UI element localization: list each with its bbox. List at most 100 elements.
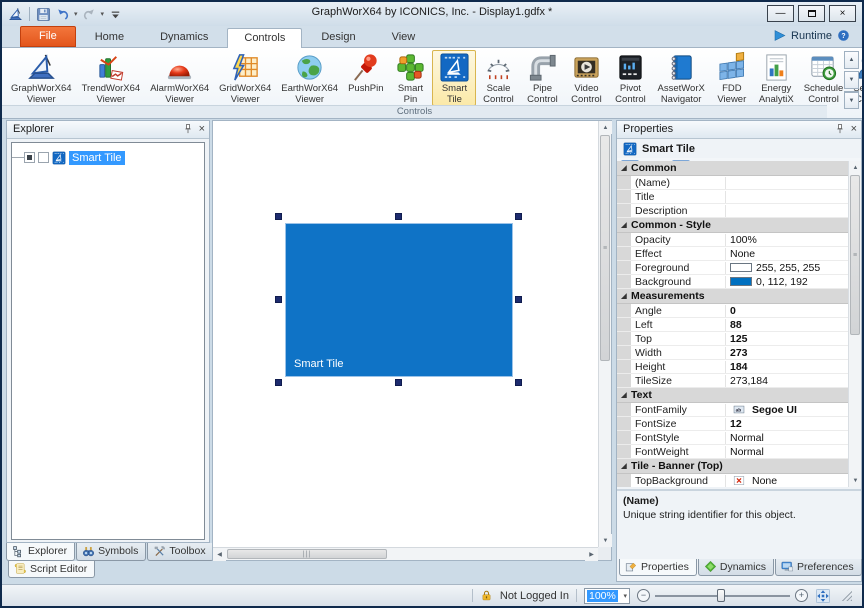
close-panel-icon[interactable]: × <box>851 123 857 135</box>
property-value[interactable]: 255, 255, 255 <box>726 262 848 274</box>
save-button[interactable] <box>36 7 51 22</box>
ribbon-button-schedule-control[interactable]: ScheduleControl <box>799 50 849 106</box>
property-value[interactable]: 184 <box>726 361 848 373</box>
customize-qat-icon[interactable] <box>108 7 123 22</box>
minimize-button[interactable]: — <box>767 5 794 22</box>
ribbon-button-pushpin[interactable]: PushPin <box>343 50 388 106</box>
property-category-measurements[interactable]: ◢Measurements <box>617 289 848 304</box>
zoom-slider-track[interactable] <box>655 589 790 602</box>
selection-handle-ne[interactable] <box>515 213 522 220</box>
tab-preferences[interactable]: Preferences <box>775 559 862 576</box>
selection-handle-s[interactable] <box>395 379 402 386</box>
vertical-scroll-thumb[interactable]: ≡ <box>850 175 860 335</box>
property-value[interactable]: None <box>726 475 848 487</box>
scroll-left-icon[interactable]: ◀ <box>213 548 226 561</box>
ribbon-button-energy-analytix[interactable]: EnergyAnalytiX <box>754 50 799 106</box>
property-value[interactable]: 0 <box>726 305 848 317</box>
explorer-tree[interactable]: Smart Tile <box>11 142 205 540</box>
property-grid-scrollbar[interactable]: ▲ ≡ ▼ <box>848 161 861 487</box>
tab-home[interactable]: Home <box>78 27 141 47</box>
selection-handle-se[interactable] <box>515 379 522 386</box>
maximize-button[interactable] <box>798 5 825 22</box>
redo-button[interactable] <box>82 7 97 22</box>
app-logo-icon[interactable] <box>8 7 23 22</box>
property-value[interactable]: abSegoe UI <box>726 404 848 416</box>
ribbon-button-scale-control[interactable]: ScaleControl <box>476 50 520 106</box>
tab-explorer[interactable]: Explorer <box>6 543 75 561</box>
selection-handle-sw[interactable] <box>275 379 282 386</box>
close-panel-icon[interactable]: × <box>199 123 205 135</box>
property-value[interactable]: 273,184 <box>726 375 848 387</box>
redo-dropdown-icon[interactable]: ▾ <box>101 10 105 18</box>
canvas-horizontal-scrollbar[interactable]: ◀ ||| ▶ <box>213 547 598 560</box>
scroll-up-icon[interactable]: ▲ <box>849 161 861 174</box>
ribbon-button-smart-pin[interactable]: SmartPin <box>388 50 432 106</box>
property-value[interactable]: 100% <box>726 234 848 246</box>
tab-script-editor[interactable]: Script Editor <box>8 561 95 578</box>
canvas-vertical-scrollbar[interactable]: ▲ ≡ ▼ <box>598 121 611 547</box>
ribbon-button-earthworx64-viewer[interactable]: EarthWorX64Viewer <box>276 50 343 106</box>
zoom-dropdown-icon[interactable]: ▾ <box>623 592 627 600</box>
ribbon-expand-icon[interactable]: ▼ <box>844 91 859 109</box>
scroll-up-icon[interactable]: ▲ <box>599 121 612 134</box>
horizontal-scroll-thumb[interactable]: ||| <box>227 549 387 559</box>
ribbon-button-smart-tile[interactable]: SmartTile <box>432 50 476 106</box>
tab-controls[interactable]: Controls <box>227 28 302 48</box>
tab-design[interactable]: Design <box>304 27 372 47</box>
vertical-scroll-thumb[interactable]: ≡ <box>600 135 610 361</box>
property-category-tile-banner-top-[interactable]: ◢Tile - Banner (Top) <box>617 459 848 474</box>
ribbon-button-fdd-viewer[interactable]: FDDViewer <box>710 50 754 106</box>
zoom-slider-thumb[interactable] <box>717 589 725 602</box>
ribbon-button-gridworx64-viewer[interactable]: GridWorX64Viewer <box>214 50 276 106</box>
tab-symbols[interactable]: Symbols <box>76 543 146 561</box>
zoom-out-icon[interactable]: − <box>637 589 650 602</box>
selection-handle-n[interactable] <box>395 213 402 220</box>
property-value[interactable]: 88 <box>726 319 848 331</box>
tab-view[interactable]: View <box>375 27 433 47</box>
tab-properties[interactable]: Properties <box>619 559 697 576</box>
tab-file[interactable]: File <box>20 26 76 47</box>
property-value[interactable]: Normal <box>726 432 848 444</box>
runtime-label[interactable]: Runtime <box>791 30 832 42</box>
property-value[interactable]: 273 <box>726 347 848 359</box>
scroll-down-icon[interactable]: ▼ <box>599 534 612 547</box>
resize-grip[interactable] <box>842 591 852 601</box>
property-value[interactable]: 12 <box>726 418 848 430</box>
ribbon-button-graphworx64-viewer[interactable]: GraphWorX64Viewer <box>6 50 77 106</box>
tab-dynamics[interactable]: Dynamics <box>698 559 774 576</box>
tab-toolbox[interactable]: Toolbox <box>147 543 213 561</box>
property-value[interactable]: None <box>726 248 848 260</box>
close-button[interactable]: × <box>829 5 856 22</box>
runtime-play-icon[interactable] <box>773 29 786 42</box>
scroll-right-icon[interactable]: ▶ <box>585 548 598 561</box>
ribbon-button-assetworx-navigator[interactable]: AssetWorXNavigator <box>652 50 709 106</box>
ribbon-scroll-up-icon[interactable]: ▲ <box>844 51 859 69</box>
login-status[interactable]: Not Logged In <box>500 590 569 602</box>
visibility-toggle[interactable] <box>24 152 35 163</box>
scroll-down-icon[interactable]: ▼ <box>849 474 861 487</box>
property-value[interactable]: 0, 112, 192 <box>726 276 848 288</box>
property-category-text[interactable]: ◢Text <box>617 388 848 403</box>
design-canvas[interactable]: Smart Tile ▲ ≡ ▼ ◀ ||| ▶ <box>212 120 612 561</box>
ribbon-button-pipe-control[interactable]: PipeControl <box>520 50 564 106</box>
undo-button[interactable] <box>55 7 70 22</box>
ribbon-button-alarmworx64-viewer[interactable]: AlarmWorX64Viewer <box>145 50 214 106</box>
ribbon-button-video-control[interactable]: VideoControl <box>564 50 608 106</box>
undo-dropdown-icon[interactable]: ▾ <box>74 10 78 18</box>
zoom-combobox[interactable]: 100% ▾ <box>584 588 630 604</box>
property-category-common-style[interactable]: ◢Common - Style <box>617 218 848 233</box>
ribbon-scroll-down-icon[interactable]: ▼ <box>844 71 859 89</box>
selection-handle-e[interactable] <box>515 296 522 303</box>
property-value[interactable]: Normal <box>726 446 848 458</box>
tree-item-smart-tile[interactable]: Smart Tile <box>12 149 125 166</box>
selection-handle-nw[interactable] <box>275 213 282 220</box>
tab-dynamics[interactable]: Dynamics <box>143 27 225 47</box>
property-category-common[interactable]: ◢Common <box>617 161 848 176</box>
ribbon-button-pivot-control[interactable]: PivotControl <box>608 50 652 106</box>
smart-tile-object[interactable]: Smart Tile <box>286 224 512 376</box>
item-checkbox[interactable] <box>38 152 49 163</box>
zoom-in-icon[interactable]: + <box>795 589 808 602</box>
zoom-fit-icon[interactable] <box>815 588 831 604</box>
pin-panel-icon[interactable] <box>182 123 194 135</box>
pin-panel-icon[interactable] <box>834 123 846 135</box>
